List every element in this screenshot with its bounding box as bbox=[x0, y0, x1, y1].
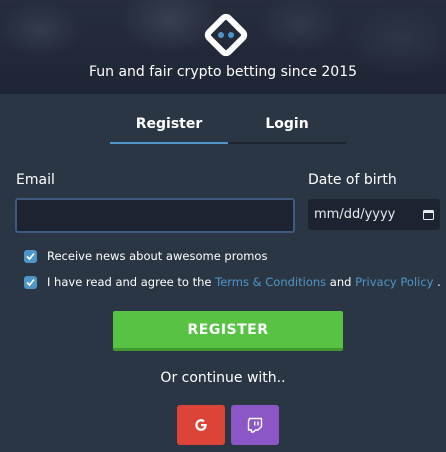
promos-option: Receive news about awesome promos bbox=[24, 249, 267, 263]
terms-link[interactable]: Terms & Conditions bbox=[215, 275, 326, 289]
tagline: Fun and fair crypto betting since 2015 bbox=[88, 64, 358, 80]
terms-text: I have read and agree to the Terms & Con… bbox=[47, 275, 441, 289]
dob-placeholder: mm/dd/yyyy bbox=[314, 207, 396, 222]
google-icon bbox=[195, 419, 207, 431]
google-button[interactable] bbox=[177, 405, 225, 445]
tab-login[interactable]: Login bbox=[228, 114, 346, 144]
check-icon bbox=[26, 278, 35, 286]
dob-label: Date of birth bbox=[308, 172, 397, 188]
tab-register[interactable]: Register bbox=[110, 114, 228, 144]
terms-checkbox[interactable] bbox=[24, 275, 37, 289]
email-field[interactable] bbox=[15, 198, 295, 233]
register-button[interactable]: REGISTER bbox=[113, 311, 343, 351]
check-icon bbox=[26, 252, 35, 260]
calendar-icon[interactable] bbox=[423, 209, 434, 220]
tab-active-indicator bbox=[110, 142, 228, 144]
promos-text: Receive news about awesome promos bbox=[47, 249, 268, 263]
terms-prefix: I have read and agree to the bbox=[47, 275, 216, 289]
header-banner: Fun and fair crypto betting since 2015 bbox=[0, 0, 446, 94]
dob-field[interactable]: mm/dd/yyyy bbox=[308, 199, 440, 230]
promos-checkbox[interactable] bbox=[24, 249, 37, 263]
twitch-button[interactable] bbox=[231, 405, 279, 445]
email-label: Email bbox=[16, 172, 55, 188]
terms-option: I have read and agree to the Terms & Con… bbox=[24, 275, 441, 289]
twitch-icon bbox=[247, 417, 263, 433]
continue-text: Or continue with.. bbox=[160, 370, 286, 386]
diamond-logo-icon bbox=[204, 13, 248, 57]
terms-suffix: . bbox=[433, 275, 441, 289]
terms-and: and bbox=[326, 275, 356, 289]
privacy-link[interactable]: Privacy Policy bbox=[355, 275, 433, 289]
auth-tabs: Register Login bbox=[110, 114, 346, 144]
